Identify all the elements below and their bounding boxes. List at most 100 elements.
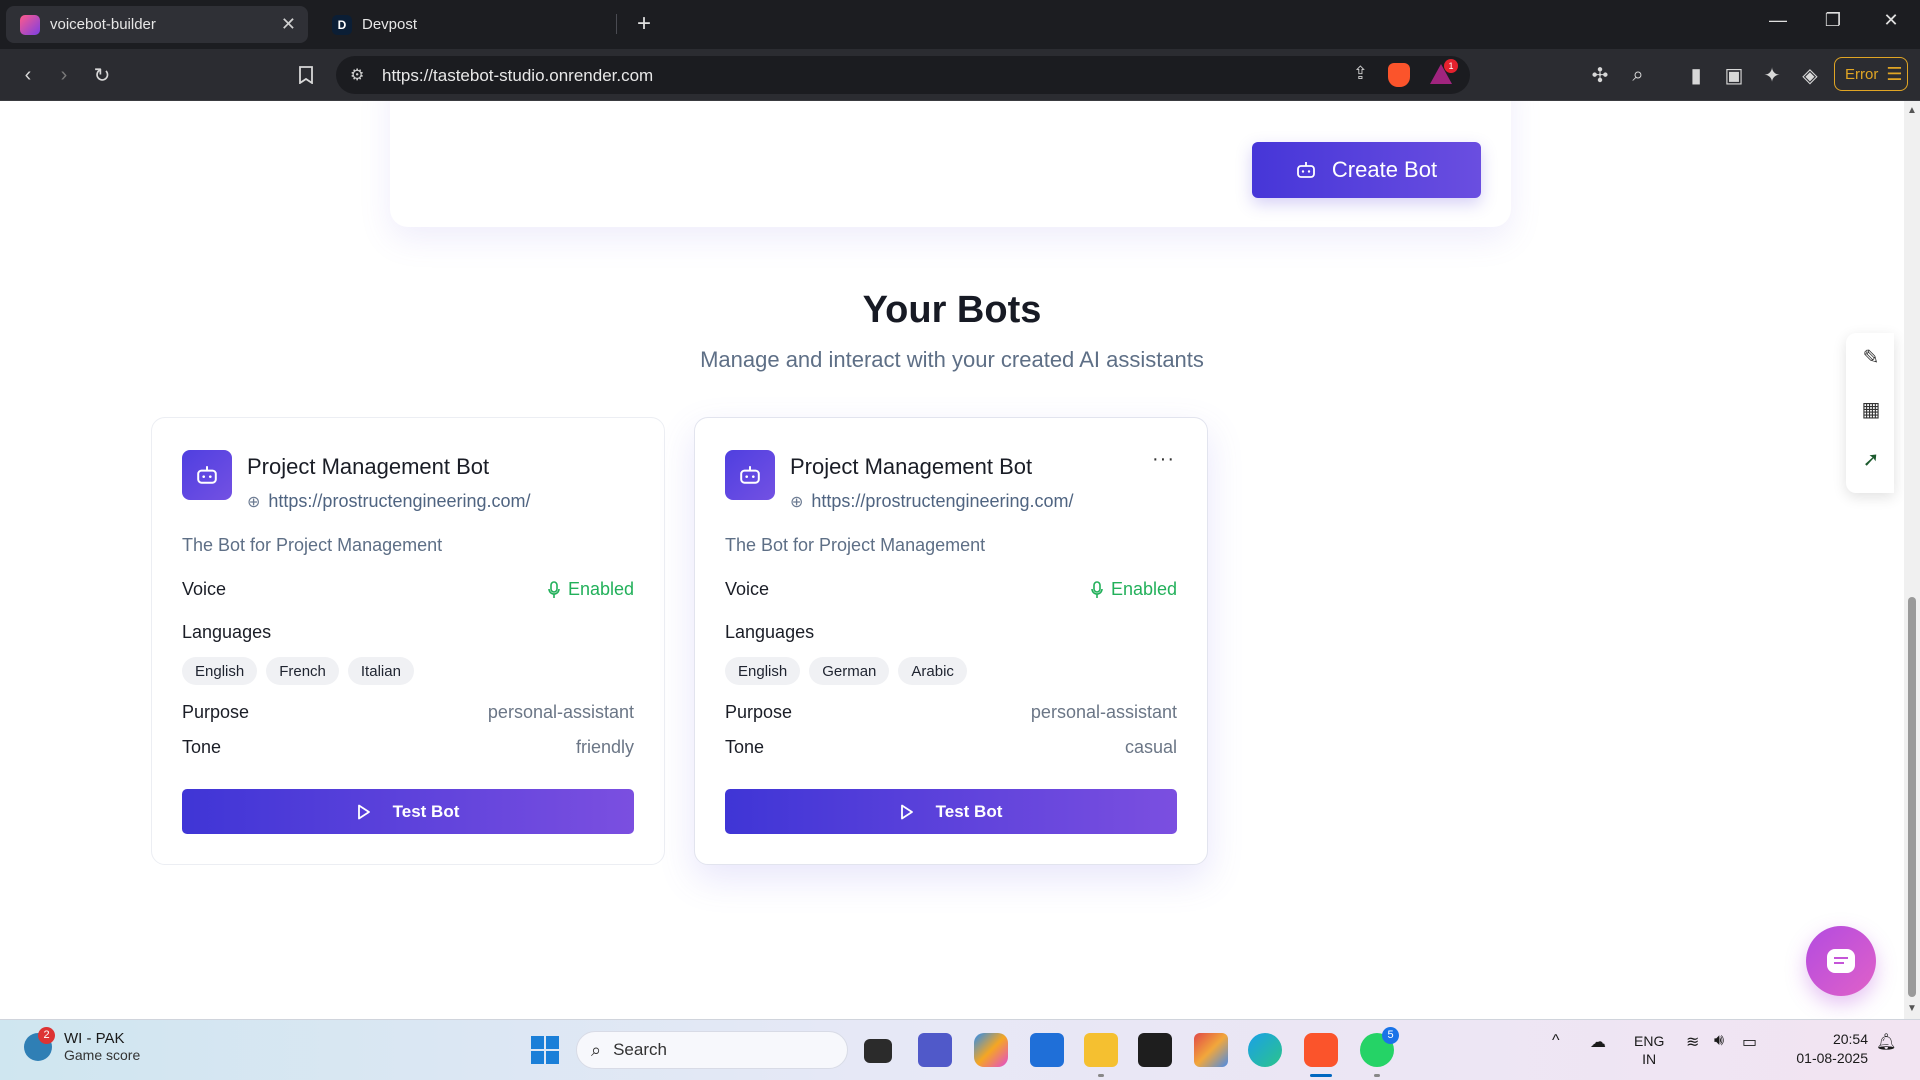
test-bot-button[interactable]: Test Bot [182, 789, 634, 834]
tab-devpost[interactable]: D Devpost [318, 6, 618, 43]
bot-url[interactable]: ⊕ https://prostructengineering.com/ [247, 491, 531, 512]
lang-line-2: IN [1642, 1051, 1657, 1067]
devpost-favicon-icon: D [332, 14, 352, 35]
test-bot-button[interactable]: Test Bot [725, 789, 1177, 834]
languages-label: Languages [182, 622, 272, 642]
brave-taskbar-icon[interactable] [1304, 1033, 1338, 1067]
restore-icon[interactable]: ❐ [1818, 10, 1848, 31]
rocket-icon[interactable]: ➚ [1858, 447, 1884, 473]
tab-voicebot-builder[interactable]: voicebot-builder ✕ [6, 6, 308, 43]
search-label: Search [613, 1040, 667, 1059]
edit-pen-icon[interactable]: ✎ [1858, 345, 1884, 371]
bot-name: Project Management Bot [790, 454, 1033, 479]
language-chip: English [725, 657, 801, 685]
bot-card: ··· Project Management Bot ⊕ https://pro… [694, 417, 1208, 865]
battery-icon[interactable]: ▭ [1742, 1032, 1757, 1052]
calendar-check-icon[interactable]: ▦ [1858, 397, 1884, 423]
task-view-icon[interactable] [864, 1039, 892, 1063]
bot-icon [1297, 162, 1315, 178]
language-chips: English German Arabic [725, 657, 967, 685]
purpose-value: personal-assistant [1030, 702, 1177, 722]
notification-badge: 2 [38, 1026, 55, 1044]
error-label: Error [1845, 65, 1879, 83]
rewards-badge: 1 [1444, 59, 1458, 73]
clock-date: 01-08-2025 [1796, 1050, 1868, 1066]
reader-mode-icon[interactable]: ⌕ [1624, 61, 1652, 89]
file-explorer-icon[interactable] [1084, 1033, 1118, 1067]
vpn-icon[interactable]: ◈ [1796, 61, 1824, 89]
volume-icon[interactable]: 🔊︎ [1714, 1032, 1724, 1050]
new-tab-icon[interactable]: + [630, 10, 658, 38]
chat-bubble-icon [1827, 949, 1855, 973]
tab-title: voicebot-builder [50, 16, 156, 33]
minimize-icon[interactable]: — [1763, 10, 1793, 31]
menu-icon: ☰ [1886, 63, 1903, 84]
search-icon: ⌕ [591, 1039, 602, 1060]
edge-icon[interactable] [1248, 1033, 1282, 1067]
microphone-icon [548, 580, 560, 598]
language-chip: English [182, 657, 258, 685]
copilot-icon[interactable] [974, 1033, 1008, 1067]
create-bot-button[interactable]: Create Bot [1252, 142, 1481, 198]
show-hidden-icons-icon[interactable]: ^ [1552, 1032, 1560, 1050]
close-tab-icon[interactable]: ✕ [281, 14, 296, 35]
address-url[interactable]: https://tastebot-studio.onrender.com [382, 66, 653, 86]
play-icon [900, 804, 913, 819]
terminal-icon[interactable] [1138, 1033, 1172, 1067]
voice-status-text: Enabled [1110, 579, 1177, 599]
start-icon[interactable] [528, 1033, 562, 1067]
whatsapp-badge: 5 [1382, 1027, 1399, 1044]
wifi-icon[interactable]: ≋ [1686, 1032, 1699, 1052]
voice-status: Enabled [548, 579, 634, 600]
extensions-icon[interactable]: ✣ [1586, 61, 1614, 89]
onedrive-offline-icon[interactable]: ☁ [1590, 1032, 1606, 1052]
close-window-icon[interactable]: ✕ [1876, 10, 1906, 31]
voice-status-text: Enabled [567, 579, 634, 599]
tab-divider [616, 14, 617, 34]
back-icon[interactable]: ‹ [14, 61, 42, 89]
page-scrollbar[interactable]: ▲ ▼ [1904, 101, 1920, 1019]
store-icon[interactable] [1030, 1033, 1064, 1067]
tone-label: Tone [182, 737, 222, 757]
sidebar-icon[interactable]: ▮ [1682, 61, 1710, 89]
forward-icon[interactable]: › [50, 61, 78, 89]
weather-widget[interactable]: 2 WI - PAK Game score [24, 1026, 141, 1063]
running-indicator [1098, 1074, 1104, 1077]
bot-url[interactable]: ⊕ https://prostructengineering.com/ [790, 491, 1074, 512]
widget-subtitle: Game score [64, 1047, 141, 1063]
scroll-up-icon[interactable]: ▲ [1907, 105, 1917, 116]
globe-icon: ⊕ [790, 493, 804, 511]
section-subtitle: Manage and interact with your created AI… [700, 347, 1204, 372]
languages-label: Languages [725, 622, 815, 642]
taskbar-search[interactable]: ⌕ Search [576, 1031, 848, 1069]
bot-url-text[interactable]: https://prostructengineering.com/ [811, 491, 1073, 512]
scroll-thumb[interactable] [1908, 597, 1916, 997]
more-options-icon[interactable]: ··· [1152, 448, 1175, 471]
globe-icon: ⊕ [247, 493, 261, 511]
whatsapp-icon[interactable]: 5 [1360, 1027, 1399, 1067]
snipping-tool-icon[interactable] [1194, 1033, 1228, 1067]
widget-title: WI - PAK [64, 1030, 125, 1047]
brave-shields-icon[interactable] [1388, 63, 1410, 87]
address-bar[interactable]: ⚙ https://tastebot-studio.onrender.com ⇪… [336, 56, 1470, 94]
bot-url-text[interactable]: https://prostructengineering.com/ [268, 491, 530, 512]
share-icon[interactable]: ⇪ [1353, 63, 1368, 84]
reload-icon[interactable]: ↻ [88, 61, 116, 89]
voice-label: Voice [725, 579, 770, 599]
tone-value: casual [1124, 737, 1177, 757]
wallet-icon[interactable]: ▣ [1720, 61, 1748, 89]
teams-icon[interactable] [918, 1033, 952, 1067]
cricket-icon: 2 [24, 1026, 55, 1061]
notifications-icon[interactable]: 🔔︎ [1876, 1032, 1896, 1052]
bookmark-icon[interactable] [292, 61, 320, 89]
chat-widget-button[interactable] [1806, 926, 1876, 996]
windows-taskbar: 2 WI - PAK Game score ⌕ Search 5 ^ ☁ ENG… [0, 1019, 1920, 1080]
microphone-icon [1091, 580, 1103, 598]
scroll-down-icon[interactable]: ▼ [1907, 1003, 1917, 1014]
site-settings-icon[interactable]: ⚙ [350, 65, 364, 85]
error-menu-button[interactable]: Error ☰ [1834, 57, 1908, 91]
input-language[interactable]: ENG IN [1634, 1032, 1664, 1068]
leo-ai-icon[interactable]: ✦ [1758, 61, 1786, 89]
language-chip: Italian [347, 657, 414, 685]
system-clock[interactable]: 20:54 01-08-2025 [1786, 1030, 1868, 1068]
